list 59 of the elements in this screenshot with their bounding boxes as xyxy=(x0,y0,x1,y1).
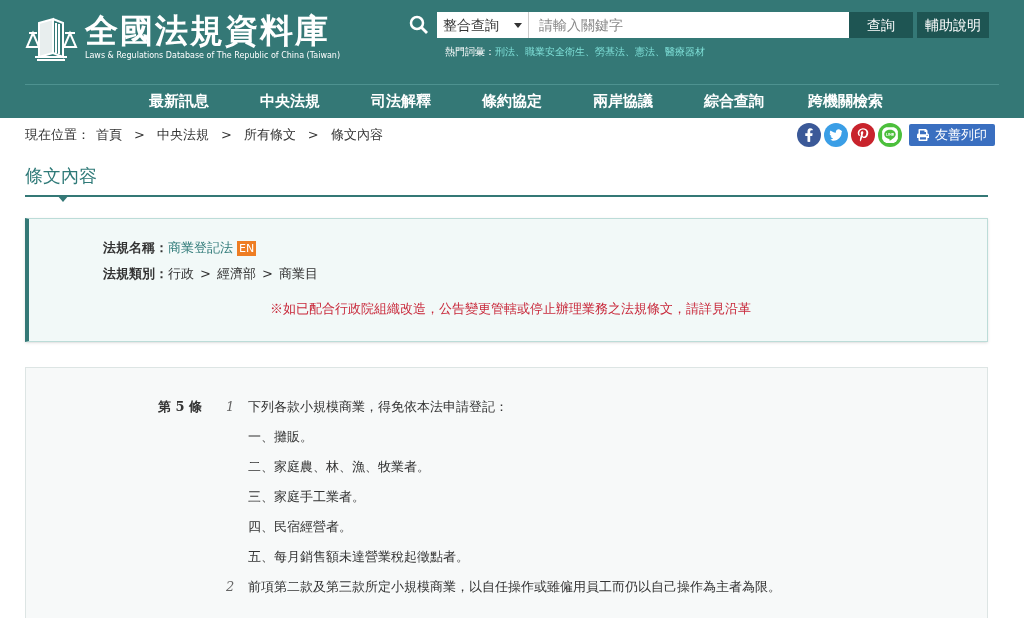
breadcrumb-separator: > xyxy=(134,126,145,145)
pinterest-icon[interactable] xyxy=(851,123,875,147)
nav-link[interactable]: 條約協定 xyxy=(456,90,568,113)
caret-icon xyxy=(514,22,522,28)
nav-link[interactable]: 跨機關檢索 xyxy=(789,90,901,113)
category-separator: > xyxy=(200,265,211,284)
nav-link[interactable]: 最新訊息 xyxy=(123,90,235,113)
print-button[interactable]: 友善列印 xyxy=(909,124,995,146)
breadcrumb-label: 現在位置： xyxy=(25,126,90,145)
paragraph-item: 一、攤販。 xyxy=(248,427,314,446)
site-subtitle: Laws & Regulations Database of The Republic of China (Taiwan) xyxy=(85,50,341,62)
separator-text: 、 xyxy=(515,45,525,59)
separator-text: 、 xyxy=(625,45,635,59)
site-title: 全國法規資料庫 xyxy=(85,12,331,50)
breadcrumb-link[interactable]: 條文內容 xyxy=(330,125,383,145)
law-category-label: 法規類別： xyxy=(103,265,168,284)
category-text: 行政 xyxy=(168,265,194,284)
hot-word-link[interactable]: 醫療器材 xyxy=(665,44,705,59)
paragraph-number: 1 xyxy=(226,397,236,416)
paragraph-text: 下列各款小規模商業，得免依本法申請登記： xyxy=(248,397,508,416)
breadcrumb-link[interactable]: 中央法規 xyxy=(156,125,209,145)
category-text: 經濟部 xyxy=(216,265,256,284)
breadcrumb-link[interactable]: 首頁 xyxy=(96,125,122,145)
hot-word-link[interactable]: 憲法 xyxy=(635,44,655,59)
law-name-link[interactable]: 商業登記法 xyxy=(168,238,233,258)
separator-text: 、 xyxy=(655,45,665,59)
hot-word-link[interactable]: 勞基法 xyxy=(595,44,625,59)
hot-word-link[interactable]: 職業安全衛生 xyxy=(525,44,585,59)
breadcrumb-link[interactable]: 所有條文 xyxy=(243,125,296,145)
category-separator: > xyxy=(261,265,273,284)
paragraph-item: 四、民宿經營者。 xyxy=(248,517,353,536)
breadcrumb-separator: > xyxy=(307,126,319,145)
help-button[interactable]: 輔助說明 xyxy=(917,12,989,38)
nav-link[interactable]: 司法解釋 xyxy=(345,90,457,113)
paragraph-item: 二、家庭農、林、漁、牧業者。 xyxy=(248,457,431,476)
printer-icon xyxy=(917,129,929,141)
search-scope-dropdown[interactable]: 整合查詢 xyxy=(437,12,529,38)
hot-words-label: 熱門詞彙： xyxy=(445,45,495,59)
paragraph-text: 前項第二款及第三款所定小規模商業，以自任操作或雖僱用員工而仍以自己操作為主者為限。 xyxy=(248,577,781,596)
law-name-label: 法規名稱： xyxy=(103,239,168,258)
notice-text: ※如已配合行政院組織改造，公告變更管轄或停止辦理業務之法規條文，請詳見沿革 xyxy=(269,301,751,316)
nav-link[interactable]: 綜合查詢 xyxy=(678,90,790,113)
article-number: 第 5 條 xyxy=(158,398,203,414)
facebook-icon[interactable] xyxy=(797,123,821,147)
english-badge[interactable]: EN xyxy=(237,240,257,256)
category-text: 商業目 xyxy=(278,265,318,284)
nav-link[interactable]: 兩岸協議 xyxy=(567,90,679,113)
search-icon xyxy=(409,15,429,35)
separator-text: 、 xyxy=(585,45,595,59)
paragraph-item: 五、每月銷售額未達營業稅起徵點者。 xyxy=(248,547,470,566)
paragraph-number: 2 xyxy=(226,577,236,596)
nav-link[interactable]: 中央法規 xyxy=(234,90,346,113)
paragraph-item: 三、家庭手工業者。 xyxy=(248,487,366,506)
twitter-bird-icon[interactable] xyxy=(824,123,848,147)
page-title: 條文內容 xyxy=(25,165,97,186)
hot-word-link[interactable]: 刑法 xyxy=(495,44,515,59)
breadcrumb-separator: > xyxy=(220,126,232,145)
search-field[interactable]: 請輸入關鍵字 xyxy=(529,12,849,38)
search-button[interactable]: 查詢 xyxy=(849,12,913,38)
